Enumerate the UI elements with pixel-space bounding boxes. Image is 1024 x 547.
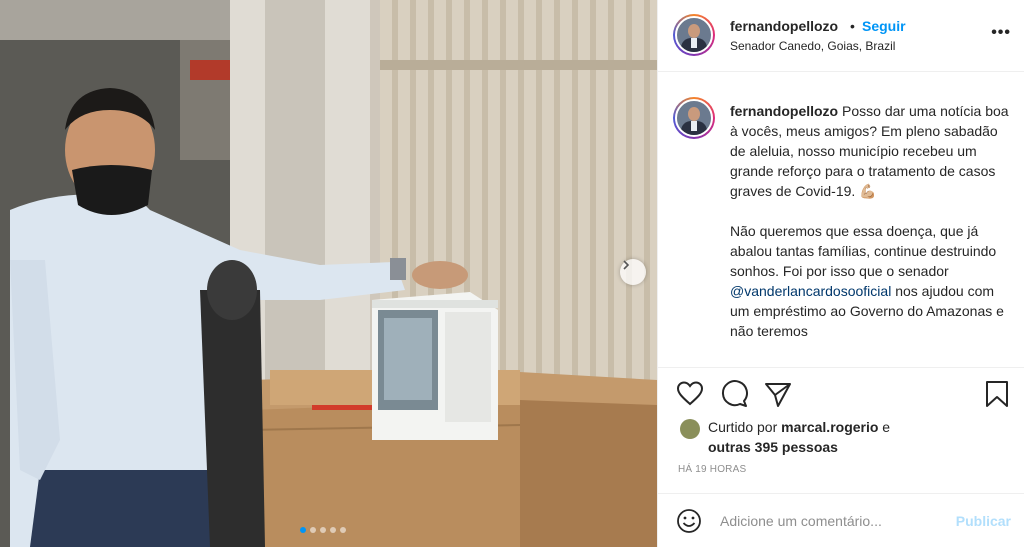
likes-middle: e: [878, 419, 891, 435]
caption-text-2: Não queremos que essa doença, que já aba…: [730, 223, 997, 279]
liker-avatar[interactable]: [680, 419, 700, 439]
comment-composer: Publicar: [658, 493, 1024, 547]
post-actions: Curtido por marcal.rogerio e outras 395 …: [658, 367, 1024, 475]
post-caption: fernandopellozo Posso dar uma notícia bo…: [730, 101, 1015, 341]
emoji-icon[interactable]: [676, 508, 702, 534]
author-username[interactable]: fernandopellozo: [730, 18, 838, 34]
comment-icon[interactable]: [720, 380, 748, 408]
follow-button[interactable]: Seguir: [862, 18, 906, 34]
carousel-indicator: [300, 527, 346, 533]
caption-author-avatar[interactable]: [673, 97, 715, 139]
caption-mention-link[interactable]: @vanderlancardosooficial: [730, 283, 891, 299]
post-side-panel: fernandopellozo • Seguir Senador Canedo,…: [657, 0, 1024, 547]
carousel-dot: [310, 527, 316, 533]
publish-button[interactable]: Publicar: [956, 513, 1011, 529]
carousel-next-button[interactable]: [620, 259, 646, 285]
carousel-dot: [320, 527, 326, 533]
photo-scene: [0, 0, 657, 547]
comment-input[interactable]: [720, 511, 940, 531]
carousel-dot: [300, 527, 306, 533]
carousel-dot: [330, 527, 336, 533]
bookmark-icon[interactable]: [983, 380, 1011, 408]
chevron-right-icon: [623, 260, 630, 270]
caption-username[interactable]: fernandopellozo: [730, 103, 838, 119]
carousel-dot: [340, 527, 346, 533]
post-header: fernandopellozo • Seguir Senador Canedo,…: [658, 0, 1024, 72]
author-avatar[interactable]: [673, 14, 715, 56]
post-photo[interactable]: [0, 0, 657, 547]
more-options-icon[interactable]: •••: [991, 24, 1011, 42]
liker-username[interactable]: marcal.rogerio: [781, 419, 878, 435]
likes-others-link[interactable]: outras 395 pessoas: [708, 439, 838, 455]
heart-icon[interactable]: [676, 380, 704, 408]
share-icon[interactable]: [764, 380, 792, 408]
post-timestamp[interactable]: HÁ 19 HORAS: [678, 464, 746, 475]
likes-prefix: Curtido por: [708, 419, 782, 435]
post-location[interactable]: Senador Canedo, Goias, Brazil: [730, 39, 895, 53]
caption-section: fernandopellozo Posso dar uma notícia bo…: [658, 73, 1024, 367]
header-separator: •: [850, 18, 855, 34]
